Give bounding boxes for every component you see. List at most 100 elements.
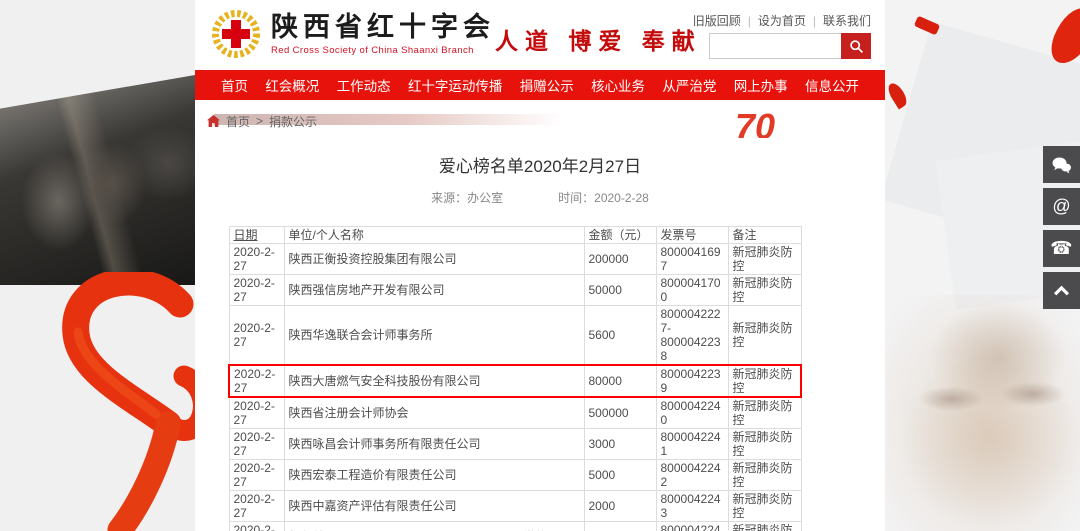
search-button[interactable] xyxy=(841,33,871,59)
back-to-top-button[interactable] xyxy=(1043,272,1080,309)
table-row: 2020-2-27 陕西宏泰工程造价有限责任公司 5000 8000042242… xyxy=(229,460,801,491)
top-links: 旧版回顾 | 设为首页 | 联系我们 xyxy=(693,12,871,29)
site-header: 陕西省红十字会 Red Cross Society of China Shaan… xyxy=(195,0,885,70)
cell-date: 2020-2-27 xyxy=(229,275,284,306)
cell-note: 新冠肺炎防控 xyxy=(728,244,801,275)
cell-amount: 80000 xyxy=(584,365,656,397)
cell-name: 陕西省注册会计师协会 xyxy=(284,397,584,429)
red-ribbon-fragment xyxy=(885,81,910,110)
cell-amount: 5000 xyxy=(584,460,656,491)
site-subtitle: Red Cross Society of China Shaanxi Branc… xyxy=(271,45,495,56)
link-separator: | xyxy=(813,14,816,28)
cell-amount: 5600 xyxy=(584,306,656,366)
link-set-homepage[interactable]: 设为首页 xyxy=(758,14,806,28)
cell-amount: 2000 xyxy=(584,522,656,531)
cell-date: 2020-2-27 xyxy=(229,491,284,522)
column-header-note: 备注 xyxy=(728,227,801,244)
cell-amount: 2000 xyxy=(584,491,656,522)
donation-table: 日期 单位/个人名称 金额（元） 发票号 备注 2020-2-27 陕西正衡投资… xyxy=(228,226,802,531)
nav-item-movement[interactable]: 红十字运动传播 xyxy=(408,75,503,95)
wechat-contact-button[interactable] xyxy=(1043,146,1080,183)
left-decor-panel xyxy=(0,0,195,531)
nav-item-party-discipline[interactable]: 从严治党 xyxy=(662,75,716,95)
article-time: 时间：2020-2-28 xyxy=(558,191,649,205)
breadcrumb-separator: > xyxy=(256,114,263,128)
link-separator: | xyxy=(748,14,751,28)
main-area: 70 首页 > 捐款公示 爱心榜名单2020年2月27日 来源：办公室时间：20… xyxy=(195,112,885,531)
red-cross-emblem-logo xyxy=(210,8,262,60)
chevron-up-icon xyxy=(1053,285,1070,296)
phone-contact-button[interactable]: ☎ xyxy=(1043,230,1080,267)
nav-item-work-news[interactable]: 工作动态 xyxy=(337,75,391,95)
breadcrumb-home[interactable]: 首页 xyxy=(226,113,250,130)
cell-invoice: 8000042241 xyxy=(656,429,728,460)
cell-invoice: 8000042244 xyxy=(656,522,728,531)
cell-note: 新冠肺炎防控 xyxy=(728,275,801,306)
column-header-amount: 金额（元） xyxy=(584,227,656,244)
breadcrumb-current[interactable]: 捐款公示 xyxy=(269,113,317,130)
cell-note: 新冠肺炎防控 xyxy=(728,522,801,531)
children-photo-decoration xyxy=(0,75,195,285)
nav-item-overview[interactable]: 红会概况 xyxy=(265,75,319,95)
cell-invoice: 8000041697 xyxy=(656,244,728,275)
page-title: 爱心榜名单2020年2月27日 xyxy=(195,152,885,177)
cell-name: 陕西大唐燃气安全科技股份有限公司 xyxy=(284,365,584,397)
cell-note: 新冠肺炎防控 xyxy=(728,460,801,491)
content-column: 陕西省红十字会 Red Cross Society of China Shaan… xyxy=(195,0,885,531)
link-old-version[interactable]: 旧版回顾 xyxy=(693,14,741,28)
table-row: 2020-2-27 陕西中嘉资产评估有限责任公司 2000 8000042243… xyxy=(229,491,801,522)
cell-invoice: 8000042242 xyxy=(656,460,728,491)
column-header-name: 单位/个人名称 xyxy=(284,227,584,244)
cell-date: 2020-2-27 xyxy=(229,460,284,491)
nav-item-donation-publicity[interactable]: 捐赠公示 xyxy=(520,75,574,95)
nav-item-online-services[interactable]: 网上办事 xyxy=(734,75,788,95)
cell-name: 陕西咏昌会计师事务所有限责任公司 xyxy=(284,429,584,460)
nav-item-info-disclosure[interactable]: 信息公开 xyxy=(805,75,859,95)
nav-item-core-business[interactable]: 核心业务 xyxy=(591,75,645,95)
table-row: 2020-2-27 赵奂善（42000004852020022660174038… xyxy=(229,522,801,531)
table-row: 2020-2-27 陕西强信房地产开发有限公司 50000 8000041700… xyxy=(229,275,801,306)
child-face-photo-decoration xyxy=(885,295,1080,531)
phone-icon: ☎ xyxy=(1050,238,1072,259)
nav-item-home[interactable]: 首页 xyxy=(221,75,248,95)
search-bar xyxy=(709,33,871,59)
site-title-block: 陕西省红十字会 Red Cross Society of China Shaan… xyxy=(271,12,495,56)
cell-amount: 200000 xyxy=(584,244,656,275)
cell-note: 新冠肺炎防控 xyxy=(728,397,801,429)
cell-date: 2020-2-27 xyxy=(229,244,284,275)
cell-name: 陕西宏泰工程造价有限责任公司 xyxy=(284,460,584,491)
cell-name: 陕西华逸联合会计师事务所 xyxy=(284,306,584,366)
table-row: 2020-2-27 陕西咏昌会计师事务所有限责任公司 3000 80000422… xyxy=(229,429,801,460)
link-contact-us[interactable]: 联系我们 xyxy=(823,14,871,28)
site-title: 陕西省红十字会 xyxy=(271,12,495,42)
table-header-row: 日期 单位/个人名称 金额（元） 发票号 备注 xyxy=(229,227,801,244)
cell-name: 陕西中嘉资产评估有限责任公司 xyxy=(284,491,584,522)
article-source: 来源：办公室 xyxy=(431,191,503,205)
cell-amount: 3000 xyxy=(584,429,656,460)
column-header-date[interactable]: 日期 xyxy=(229,227,284,244)
table-row: 2020-2-27 陕西省注册会计师协会 500000 8000042240 新… xyxy=(229,397,801,429)
email-contact-button[interactable]: @ xyxy=(1043,188,1080,225)
cell-name: 陕西强信房地产开发有限公司 xyxy=(284,275,584,306)
red-ribbon-heart-decoration xyxy=(18,272,195,531)
cell-name: 赵奂善（4200000485202002266017403840微信） xyxy=(284,522,584,531)
article-meta: 来源：办公室 时间：2020-2-28 xyxy=(195,189,885,206)
table-row: 2020-2-27 陕西华逸联合会计师事务所 5600 8000042227-8… xyxy=(229,306,801,366)
cell-date: 2020-2-27 xyxy=(229,397,284,429)
home-icon xyxy=(207,115,220,127)
cell-invoice: 8000041700 xyxy=(656,275,728,306)
cell-note: 新冠肺炎防控 xyxy=(728,306,801,366)
cell-date: 2020-2-27 xyxy=(229,522,284,531)
table-row-highlighted: 2020-2-27 陕西大唐燃气安全科技股份有限公司 80000 8000042… xyxy=(229,365,801,397)
cell-invoice: 8000042240 xyxy=(656,397,728,429)
red-ribbon-fragment xyxy=(914,16,940,36)
column-header-invoice: 发票号 xyxy=(656,227,728,244)
cell-date: 2020-2-27 xyxy=(229,306,284,366)
cell-date: 2020-2-27 xyxy=(229,365,284,397)
at-icon: @ xyxy=(1052,196,1070,217)
wechat-icon xyxy=(1051,156,1072,174)
cell-date: 2020-2-27 xyxy=(229,429,284,460)
search-input[interactable] xyxy=(709,33,841,59)
cell-amount: 50000 xyxy=(584,275,656,306)
cell-invoice: 8000042243 xyxy=(656,491,728,522)
